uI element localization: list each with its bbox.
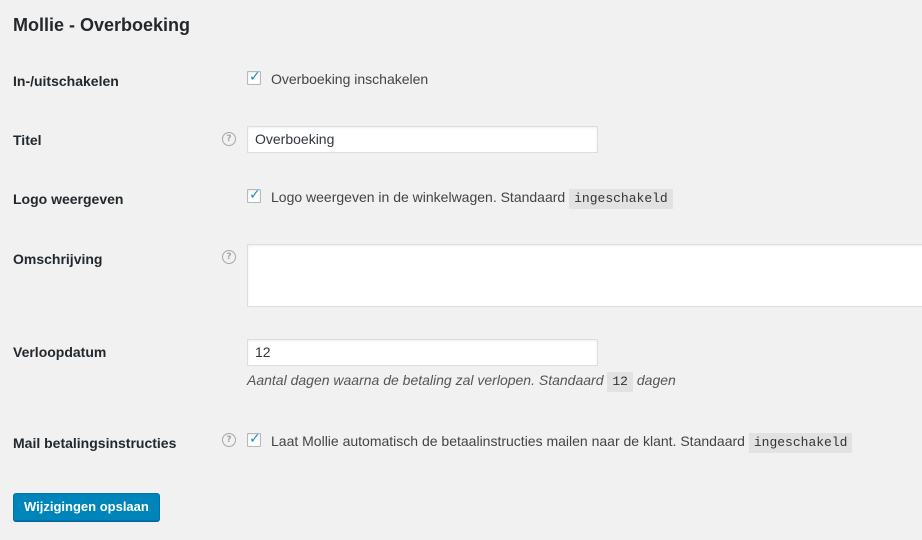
expiry-input[interactable]: 12 (247, 339, 598, 366)
default-value-code: ingeschakeld (748, 433, 853, 453)
mail-instructions-checkbox[interactable]: ✓ (247, 431, 261, 447)
show-logo-checkbox[interactable]: ✓ (247, 187, 261, 203)
show-logo-checkbox-label[interactable]: Logo weergeven in de winkelwagen. Standa… (271, 187, 673, 209)
expiry-hint: Aantal dagen waarna de betaling zal verl… (247, 370, 676, 392)
question-icon[interactable]: ? (222, 132, 236, 146)
checkmark-icon: ✓ (249, 431, 261, 447)
title-input[interactable]: Overboeking (247, 126, 598, 153)
expiry-default-code: 12 (607, 372, 633, 392)
default-value-code: ingeschakeld (569, 189, 673, 209)
checkmark-icon: ✓ (249, 187, 261, 203)
description-label: Omschrijving (13, 251, 103, 267)
expiry-hint-before: Aantal dagen waarna de betaling zal verl… (247, 372, 604, 388)
mail-instructions-label: Mail betalingsinstructies (13, 435, 177, 451)
enable-checkbox[interactable]: ✓ (247, 69, 261, 85)
title-label: Titel (13, 132, 42, 148)
show-logo-text: Logo weergeven in de winkelwagen. Standa… (271, 189, 566, 205)
mail-instructions-text: Laat Mollie automatisch de betaalinstruc… (271, 433, 745, 449)
mail-instructions-checkbox-label[interactable]: Laat Mollie automatisch de betaalinstruc… (271, 431, 853, 453)
show-logo-label: Logo weergeven (13, 191, 124, 207)
page-title: Mollie - Overboeking (13, 15, 191, 35)
question-icon[interactable]: ? (222, 250, 236, 264)
expiry-label: Verloopdatum (13, 344, 107, 360)
save-button[interactable]: Wijzigingen opslaan (13, 493, 160, 521)
enable-checkbox-label[interactable]: Overboeking inschakelen (271, 69, 428, 89)
description-textarea[interactable] (247, 244, 922, 307)
checkmark-icon: ✓ (249, 69, 261, 85)
enable-label: In-/uitschakelen (13, 73, 119, 89)
expiry-hint-after: dagen (636, 372, 676, 388)
question-icon[interactable]: ? (222, 433, 236, 447)
